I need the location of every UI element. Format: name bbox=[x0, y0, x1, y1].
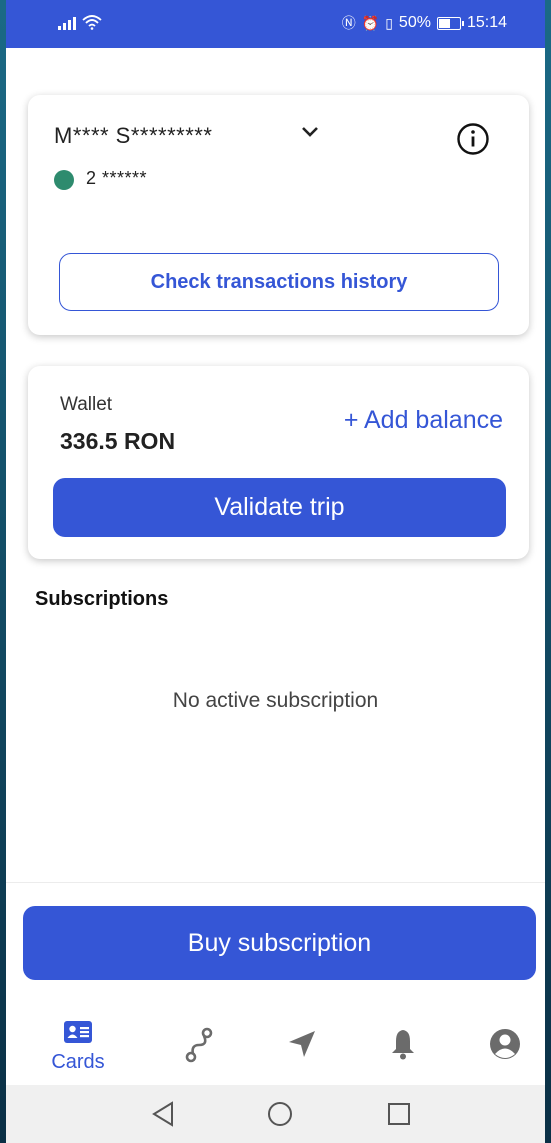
battery-icon bbox=[436, 16, 464, 30]
phone-screen: Ⓝ ⏰ ▯ 50% 15:14 M**** S********* 2 *****… bbox=[6, 0, 545, 1143]
vibrate-icon: ▯ bbox=[385, 14, 393, 31]
nav-item-notifications[interactable] bbox=[368, 1003, 438, 1083]
battery-percent: 50% bbox=[398, 14, 431, 31]
chevron-down-icon[interactable] bbox=[300, 125, 320, 144]
card-holder-name: M**** S********* bbox=[54, 123, 213, 148]
home-icon[interactable] bbox=[267, 1101, 293, 1132]
nav-cards-label: Cards bbox=[51, 1051, 105, 1073]
travel-card-panel: M**** S********* 2 ****** Check transact… bbox=[28, 95, 529, 335]
no-subscription-text: No active subscription bbox=[172, 689, 379, 712]
card-status-dot bbox=[54, 170, 74, 190]
system-navigation-bar bbox=[6, 1085, 545, 1143]
status-bar: Ⓝ ⏰ ▯ 50% 15:14 bbox=[6, 0, 545, 48]
wallet-balance: 336.5 RON bbox=[60, 428, 176, 454]
validate-trip-button[interactable]: Validate trip bbox=[53, 478, 506, 537]
bell-icon bbox=[390, 1028, 416, 1065]
status-right: Ⓝ ⏰ ▯ 50% 15:14 bbox=[342, 13, 507, 33]
divider bbox=[6, 882, 545, 883]
location-arrow-icon bbox=[287, 1029, 317, 1064]
bottom-navigation: Cards bbox=[6, 1003, 545, 1083]
wallet-label: Wallet bbox=[60, 394, 113, 415]
buy-subscription-button[interactable]: Buy subscription bbox=[23, 906, 536, 980]
alarm-icon: ⏰ bbox=[361, 14, 380, 31]
clock: 15:14 bbox=[466, 14, 507, 31]
status-left bbox=[58, 14, 102, 30]
signal-icon bbox=[58, 14, 76, 30]
nav-item-nearby[interactable] bbox=[267, 1003, 337, 1083]
wifi-icon bbox=[82, 15, 102, 30]
background-right-edge bbox=[545, 0, 551, 1143]
wallet-panel: Wallet 336.5 RON + Add balance Validate … bbox=[28, 366, 529, 559]
check-transactions-history-button[interactable]: Check transactions history bbox=[59, 253, 499, 311]
user-circle-icon bbox=[488, 1027, 522, 1066]
nav-item-routes[interactable] bbox=[164, 1003, 234, 1083]
id-card-icon bbox=[64, 1021, 92, 1048]
card-number: 2 ****** bbox=[86, 168, 148, 188]
nav-item-profile[interactable] bbox=[470, 1003, 540, 1083]
nfc-icon: Ⓝ bbox=[341, 15, 356, 31]
nav-item-cards[interactable]: Cards bbox=[43, 1003, 113, 1083]
add-balance-link[interactable]: + Add balance bbox=[344, 406, 503, 435]
info-icon[interactable] bbox=[456, 122, 490, 161]
recent-apps-icon[interactable] bbox=[386, 1101, 412, 1132]
route-icon bbox=[184, 1027, 214, 1068]
back-icon[interactable] bbox=[150, 1101, 176, 1132]
subscriptions-heading: Subscriptions bbox=[35, 588, 169, 610]
